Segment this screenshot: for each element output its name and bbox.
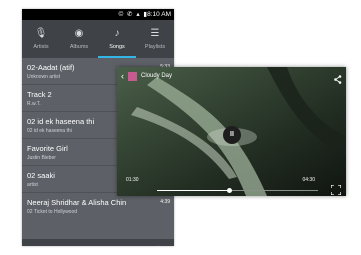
bottom-action-bar: ⋮ bbox=[22, 239, 174, 246]
song-artist: R.w.T. bbox=[27, 101, 41, 107]
tab-artists[interactable]: 🎙 Artists bbox=[22, 20, 60, 56]
song-title: 02 saaki bbox=[27, 171, 55, 180]
song-artist: artist bbox=[27, 182, 38, 188]
tab-label: Albums bbox=[69, 44, 89, 50]
seek-bar[interactable] bbox=[157, 188, 318, 193]
song-artist: Justin Bieber bbox=[27, 155, 56, 161]
time-total: 04:30 bbox=[302, 177, 315, 183]
song-title: Favorite Girl bbox=[27, 144, 68, 153]
status-time: 8:10 AM bbox=[147, 11, 171, 18]
track-title: Cloudy Day bbox=[141, 73, 173, 79]
tab-songs[interactable]: ♪ Songs bbox=[98, 20, 136, 56]
tab-label: Songs bbox=[109, 44, 125, 50]
playlist-icon: ☰ bbox=[150, 28, 160, 39]
seek-handle[interactable] bbox=[227, 188, 233, 193]
status-icons: © ✆ ▴ ▮ bbox=[118, 11, 148, 18]
song-title: Track 2 bbox=[27, 90, 52, 99]
music-note-icon: ♪ bbox=[114, 28, 120, 39]
tab-label: Artists bbox=[33, 44, 49, 50]
album-art-thumbnail bbox=[128, 72, 137, 81]
song-title: Neeraj Shridhar & Alisha Chin bbox=[27, 198, 127, 207]
search-icon[interactable] bbox=[31, 245, 42, 246]
overflow-menu-icon[interactable]: ⋮ bbox=[153, 245, 163, 246]
song-artist: 02 Ticket to Hollywood bbox=[27, 209, 78, 215]
microphone-icon: 🎙 bbox=[34, 28, 48, 39]
fullscreen-icon[interactable] bbox=[330, 182, 342, 196]
tab-albums[interactable]: ◉ Albums bbox=[60, 20, 98, 56]
pause-button[interactable]: II bbox=[223, 126, 241, 144]
song-title: 02 id ek haseena thi bbox=[27, 117, 95, 126]
seek-progress bbox=[157, 190, 230, 191]
song-artist: 02 id ek haseena thi bbox=[27, 128, 72, 134]
list-item[interactable]: Neeraj Shridhar & Alisha Chin 02 Ticket … bbox=[22, 193, 174, 219]
song-duration: 4:39 bbox=[160, 199, 170, 205]
disc-icon: ◉ bbox=[74, 28, 84, 39]
video-header: ‹ Cloudy Day bbox=[117, 67, 346, 87]
share-icon[interactable] bbox=[334, 71, 342, 89]
tab-bar: 🎙 Artists ◉ Albums ♪ Songs ☰ Playlists bbox=[22, 20, 174, 58]
song-artist: Unknown artist bbox=[27, 74, 61, 80]
back-icon[interactable]: ‹ bbox=[121, 71, 124, 81]
tab-label: Playlists bbox=[144, 44, 166, 50]
video-player[interactable]: ‹ Cloudy Day II 01:30 04:30 bbox=[117, 67, 346, 196]
status-bar: © ✆ ▴ ▮ 8:10 AM bbox=[22, 9, 174, 20]
time-elapsed: 01:30 bbox=[126, 177, 139, 183]
song-title: 02-Aadat (atif) bbox=[27, 63, 75, 72]
tab-playlists[interactable]: ☰ Playlists bbox=[136, 20, 174, 56]
